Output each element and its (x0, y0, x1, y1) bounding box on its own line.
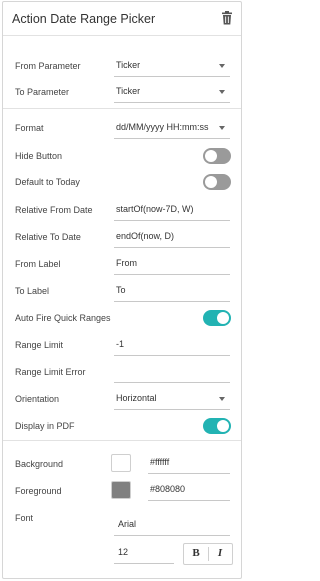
hide-button-label: Hide Button (15, 151, 63, 161)
to-label-value: To (116, 285, 126, 295)
from-label-input[interactable]: From (114, 253, 230, 275)
orientation-label: Orientation (15, 394, 60, 404)
format-value: dd/MM/yyyy HH:mm:ss (116, 122, 209, 132)
range-limit-error-label: Range Limit Error (15, 367, 86, 377)
to-label-input[interactable]: To (114, 280, 230, 302)
orientation-row: Orientation Horizontal (3, 388, 241, 412)
font-family-select[interactable]: Arial (114, 514, 230, 536)
background-color-swatch[interactable] (111, 454, 131, 472)
font-family-value: Arial (118, 519, 137, 529)
background-hex-value: #ffffff (150, 457, 170, 467)
auto-fire-row: Auto Fire Quick Ranges (3, 307, 241, 331)
background-hex-input[interactable]: #ffffff (148, 452, 230, 474)
auto-fire-toggle[interactable] (203, 310, 231, 326)
to-parameter-row: To Parameter Ticker (3, 81, 241, 105)
default-today-label: Default to Today (15, 177, 80, 187)
panel-title: Action Date Range Picker (12, 12, 156, 26)
range-limit-label: Range Limit (15, 340, 64, 350)
chevron-down-icon (219, 90, 225, 94)
relative-from-input[interactable]: startOf(now-7D, W) (114, 199, 230, 221)
from-parameter-label: From Parameter (15, 61, 81, 71)
divider (208, 547, 209, 561)
range-limit-row: Range Limit -1 (3, 334, 241, 358)
relative-from-label: Relative From Date (15, 205, 93, 215)
from-label-value: From (116, 258, 137, 268)
relative-to-value: endOf(now, D) (116, 231, 175, 241)
relative-to-input[interactable]: endOf(now, D) (114, 226, 230, 248)
default-today-toggle[interactable] (203, 174, 231, 190)
relative-from-row: Relative From Date startOf(now-7D, W) (3, 199, 241, 223)
to-parameter-select[interactable]: Ticker (114, 81, 230, 103)
to-label-label: To Label (15, 286, 50, 296)
from-parameter-select[interactable]: Ticker (114, 55, 230, 77)
settings-panel: Action Date Range Picker From Parameter … (2, 1, 242, 579)
foreground-color-swatch[interactable] (111, 481, 131, 499)
orientation-value: Horizontal (116, 393, 157, 403)
from-parameter-row: From Parameter Ticker (3, 55, 241, 79)
relative-to-label: Relative To Date (15, 232, 81, 242)
relative-to-row: Relative To Date endOf(now, D) (3, 226, 241, 250)
from-label-label: From Label (15, 259, 61, 269)
font-size-input[interactable]: 12 (114, 542, 174, 564)
font-label: Font (15, 513, 34, 523)
range-limit-value: -1 (116, 339, 125, 349)
orientation-select[interactable]: Horizontal (114, 388, 230, 410)
to-label-row: To Label To (3, 280, 241, 304)
font-size-value: 12 (118, 547, 129, 557)
background-label: Background (15, 459, 64, 469)
auto-fire-label: Auto Fire Quick Ranges (15, 313, 111, 323)
to-parameter-label: To Parameter (15, 87, 70, 97)
bold-button[interactable]: B (186, 545, 206, 563)
format-row: Format dd/MM/yyyy HH:mm:ss (3, 117, 241, 141)
format-select[interactable]: dd/MM/yyyy HH:mm:ss (114, 117, 230, 139)
hide-button-toggle[interactable] (203, 148, 231, 164)
from-parameter-value: Ticker (116, 60, 141, 70)
chevron-down-icon (219, 126, 225, 130)
relative-from-value: startOf(now-7D, W) (116, 204, 194, 214)
to-parameter-value: Ticker (116, 86, 141, 96)
format-label: Format (15, 123, 44, 133)
trash-icon[interactable] (221, 11, 233, 25)
panel-header: Action Date Range Picker (3, 2, 241, 36)
display-pdf-row: Display in PDF (3, 415, 241, 439)
range-limit-error-row: Range Limit Error (3, 361, 241, 385)
foreground-hex-input[interactable]: #808080 (148, 479, 230, 501)
default-today-row: Default to Today (3, 171, 241, 195)
foreground-label: Foreground (15, 486, 62, 496)
hide-button-row: Hide Button (3, 145, 241, 169)
chevron-down-icon (219, 397, 225, 401)
chevron-down-icon (219, 64, 225, 68)
range-limit-error-input[interactable] (114, 361, 230, 383)
display-pdf-toggle[interactable] (203, 418, 231, 434)
range-limit-input[interactable]: -1 (114, 334, 230, 356)
foreground-hex-value: #808080 (150, 484, 186, 494)
font-style-group: B I (183, 543, 233, 565)
italic-button[interactable]: I (210, 545, 230, 563)
display-pdf-label: Display in PDF (15, 421, 75, 431)
from-label-row: From Label From (3, 253, 241, 277)
